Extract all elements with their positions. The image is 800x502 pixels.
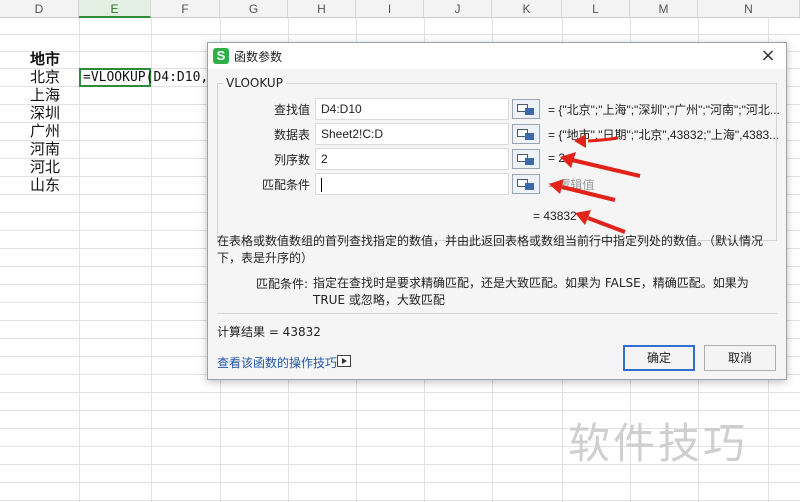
gridline <box>0 500 800 501</box>
gridline <box>0 482 800 483</box>
city-cell[interactable]: 北京 <box>30 69 60 86</box>
function-name-legend: VLOOKUP <box>223 76 286 90</box>
range-select-icon[interactable] <box>512 124 540 144</box>
arg-label: 列序数 <box>273 153 310 167</box>
arg-label: 数据表 <box>273 128 310 142</box>
range-select-icon[interactable] <box>512 99 540 119</box>
column-header-j[interactable]: J <box>424 0 492 18</box>
video-play-icon[interactable] <box>337 355 351 367</box>
col-index-input[interactable]: 2 <box>315 148 509 170</box>
arguments-group: 查找值 D4:D10 = {"北京";"上海";"深圳";"广州";"河南";"… <box>217 83 780 241</box>
city-cell[interactable]: 广州 <box>30 123 60 140</box>
city-cell[interactable]: 上海 <box>30 87 60 104</box>
cell-formula[interactable]: =VLOOKUP(D4:D10,S <box>83 69 216 86</box>
param-description-label: 匹配条件: <box>256 277 309 291</box>
wps-logo-icon: S <box>213 48 229 64</box>
gridline <box>0 392 800 393</box>
header-cell-city[interactable]: 地市 <box>30 51 60 68</box>
column-header-e[interactable]: E <box>79 0 151 18</box>
arg-row-lookup-value: 查找值 D4:D10 = {"北京";"上海";"深圳";"广州";"河南";"… <box>218 98 780 120</box>
column-header-f[interactable]: F <box>151 0 220 18</box>
column-header-m[interactable]: M <box>630 0 698 18</box>
table-array-input[interactable]: Sheet2!C:D <box>315 123 509 145</box>
arg-result: = {"地市","日期";"北京",43832;"上海",4383... <box>548 128 780 142</box>
watermark: 软件技巧 <box>568 419 749 468</box>
gridline <box>151 18 152 502</box>
arg-result: = 逻辑值 <box>548 178 595 192</box>
column-header-g[interactable]: G <box>220 0 288 18</box>
city-cell[interactable]: 深圳 <box>30 105 60 122</box>
gridline <box>0 34 800 35</box>
city-cell[interactable]: 山东 <box>30 177 60 194</box>
arg-result: = {"北京";"上海";"深圳";"广州";"河南";"河北... <box>548 103 780 117</box>
dialog-titlebar[interactable]: S 函数参数 × <box>208 43 786 69</box>
arg-result: = 2 <box>548 151 566 165</box>
arg-row-col-index: 列序数 2 = 2 <box>218 148 778 170</box>
calculation-result: 计算结果 = 43832 <box>217 325 321 339</box>
function-arguments-dialog: S 函数参数 × 查找值 D4:D10 = {"北京";"上海";"深圳";"广… <box>207 42 787 380</box>
column-header-l[interactable]: L <box>562 0 630 18</box>
lookup-value-input[interactable]: D4:D10 <box>315 98 509 120</box>
arg-row-range-lookup: 匹配条件 = 逻辑值 <box>218 173 778 195</box>
close-icon[interactable]: × <box>758 46 778 66</box>
arg-row-table-array: 数据表 Sheet2!C:D = {"地市","日期";"北京",43832;"… <box>218 123 780 145</box>
param-description: 指定在查找时是要求精确匹配，还是大致匹配。如果为 FALSE，精确匹配。如果为 … <box>313 276 749 307</box>
function-help-link[interactable]: 查看该函数的操作技巧 <box>217 354 337 371</box>
cancel-button[interactable]: 取消 <box>704 345 776 371</box>
city-cell[interactable]: 河南 <box>30 141 60 158</box>
ok-button[interactable]: 确定 <box>623 345 695 371</box>
function-description: 在表格或数值数组的首列查找指定的数值，并由此返回表格或数组当前行中指定列处的数值… <box>217 234 764 265</box>
divider <box>217 313 777 314</box>
column-header-k[interactable]: K <box>492 0 562 18</box>
arg-label: 匹配条件 <box>261 178 310 192</box>
arg-label: 查找值 <box>273 103 310 117</box>
dialog-title: 函数参数 <box>234 50 283 64</box>
range-lookup-input[interactable] <box>315 173 509 195</box>
formula-result-preview: = 43832 <box>533 209 577 223</box>
column-header-h[interactable]: H <box>288 0 356 18</box>
column-header-d[interactable]: D <box>0 0 79 18</box>
range-select-icon[interactable] <box>512 149 540 169</box>
column-header-n[interactable]: N <box>698 0 800 18</box>
range-select-icon[interactable] <box>512 174 540 194</box>
column-header-i[interactable]: I <box>356 0 424 18</box>
city-cell[interactable]: 河北 <box>30 159 60 176</box>
gridline <box>79 18 80 502</box>
